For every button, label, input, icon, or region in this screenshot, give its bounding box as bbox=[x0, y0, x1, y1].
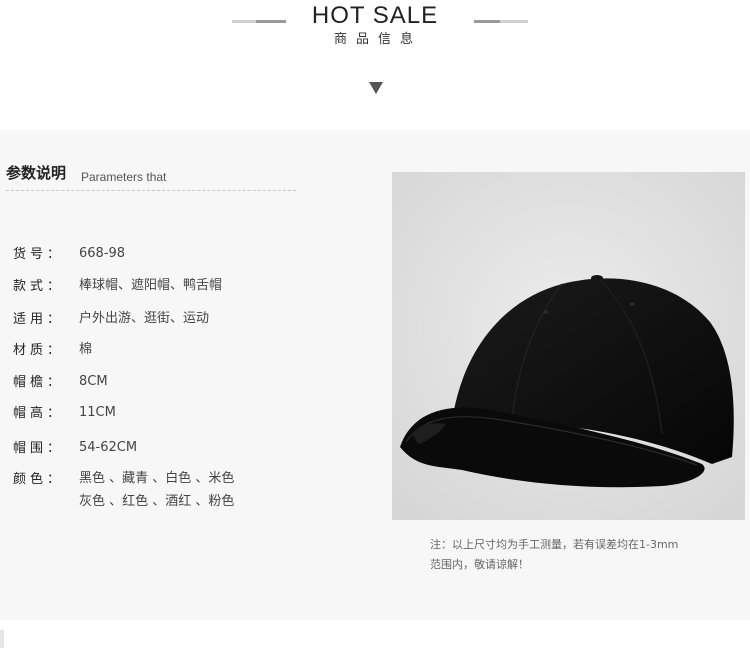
size-note-line1: 注：以上尺寸均为手工测量，若有误差均在1-3mm bbox=[430, 538, 679, 551]
spec-value: 棒球帽、遮阳帽、鸭舌帽 bbox=[79, 278, 223, 293]
spec-label: 颜色： bbox=[13, 472, 65, 487]
spec-value: 54-62CM bbox=[79, 440, 138, 455]
section-divider bbox=[6, 190, 296, 191]
spec-value: 棉 bbox=[79, 342, 93, 357]
cap-image bbox=[392, 172, 745, 520]
section-title: 参数说明 bbox=[6, 164, 67, 182]
triangle-down-icon bbox=[369, 82, 383, 94]
spec-label: 货号： bbox=[13, 247, 65, 262]
bottom-edge-marker bbox=[0, 630, 4, 648]
size-note: 注：以上尺寸均为手工测量，若有误差均在1-3mm 范围内，敬请谅解！ bbox=[430, 535, 730, 575]
page-title: HOT SALE bbox=[311, 2, 439, 29]
spec-label: 帽高： bbox=[13, 406, 65, 421]
spec-value: 668-98 bbox=[79, 246, 126, 261]
spec-label: 帽围： bbox=[13, 441, 65, 456]
spec-value-line1: 黑色 、藏青 、白色 、米色 bbox=[79, 471, 235, 486]
spec-label: 款式： bbox=[13, 279, 65, 294]
spec-value: 11CM bbox=[79, 405, 116, 420]
spec-value: 户外出游、逛街、运动 bbox=[79, 311, 210, 326]
page-subtitle: 商品信息 bbox=[333, 32, 422, 47]
size-note-line2: 范围内，敬请谅解！ bbox=[430, 558, 529, 571]
spec-label: 材质： bbox=[13, 343, 65, 358]
section-subtitle: Parameters that bbox=[81, 170, 167, 184]
bottom-strip bbox=[0, 620, 750, 669]
spec-value: 8CM bbox=[79, 374, 108, 389]
header: HOT SALE 商品信息 bbox=[0, 0, 750, 130]
spec-label: 适用： bbox=[13, 312, 65, 327]
spec-value-line2: 灰色 、红色 、酒红 、粉色 bbox=[79, 494, 235, 509]
product-photo bbox=[392, 172, 745, 520]
spec-label: 帽檐： bbox=[13, 375, 65, 390]
product-info-section: 参数说明 Parameters that 货号： 668-98 款式： 棒球帽、… bbox=[0, 130, 750, 620]
